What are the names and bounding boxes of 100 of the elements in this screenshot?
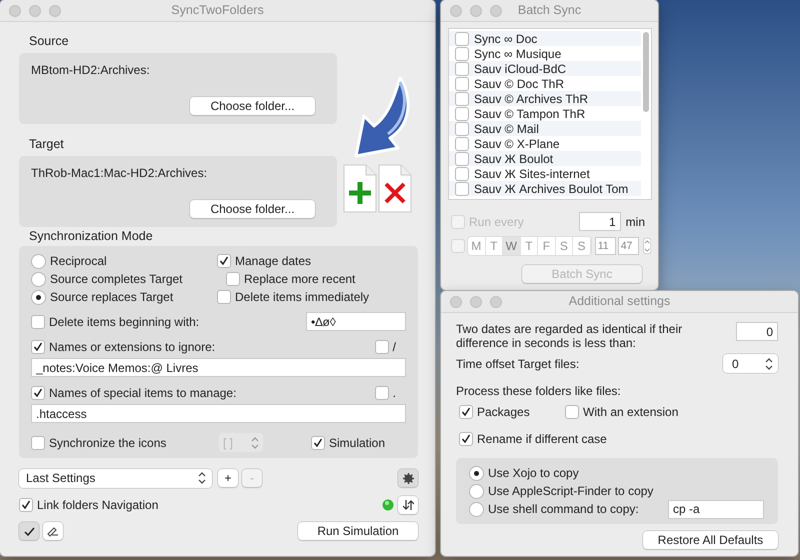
radio-label: Source replaces Target [50,289,174,306]
checkbox[interactable] [455,182,469,196]
checkbox-label: Manage dates [235,253,312,270]
checkbox-label: Replace more recent [244,271,356,288]
checkbox-label: With an extension [583,404,678,421]
offset-stepper[interactable]: 0 [723,354,778,373]
checkbox[interactable] [374,340,389,354]
list-item-label: Sauv © Archives ThR [474,90,588,108]
scrollbar-thumb[interactable] [643,32,649,112]
checkbox[interactable] [217,254,231,268]
checkbox[interactable] [226,272,240,286]
edit-button[interactable] [43,522,63,540]
radio-button[interactable] [31,254,46,269]
section-label: Target [29,136,65,153]
check-button[interactable] [19,522,39,540]
checkbox[interactable] [455,32,469,46]
window-control[interactable] [470,4,482,16]
setting-description: Two dates are regarded as identical if their difference in seconds is less than: [456,322,684,350]
swap-arrows-icon [402,500,414,510]
checkbox-label: Simulation [329,434,386,452]
prefix-field[interactable]: •∆ø◊ [306,312,406,332]
window-title: Batch Sync [516,2,582,20]
radio-label: Reciprocal [50,253,107,270]
setting-label: Time offset Target files: [456,356,580,372]
add-button[interactable]: + [218,469,238,488]
checkbox[interactable] [455,62,469,76]
status-light-icon [382,499,394,512]
checkbox[interactable] [455,46,469,60]
window-control[interactable] [9,4,21,16]
window-control[interactable] [490,296,502,308]
choose-folder-button[interactable]: Choose folder... [190,200,315,218]
command-field[interactable]: cp -a [668,500,764,518]
stepper-icon[interactable] [642,237,651,255]
checkbox[interactable] [217,290,231,304]
checkbox[interactable] [455,166,469,180]
radio-label: Use AppleScript-Finder to copy [488,483,654,500]
list-item-label: Sauv © Doc ThR [474,76,564,92]
checkbox-label: Rename if different case [477,431,607,448]
radio-button[interactable] [469,484,484,498]
window-title: SyncTwoFolders [170,2,265,20]
window-control[interactable] [450,4,462,16]
checkbox-label: . [392,385,396,402]
window-title: Additional settings [568,293,672,310]
swap-button[interactable] [398,496,418,514]
seconds-field[interactable]: 0 [736,322,778,341]
checkbox[interactable] [374,386,389,400]
window-control[interactable] [29,4,41,16]
checkbox[interactable] [31,436,45,450]
choose-folder-button[interactable]: Choose folder... [190,96,315,115]
updown-chevron-icon [198,472,206,484]
checkbox-label: Delete items beginning with: [49,314,200,331]
radio-button[interactable] [469,502,484,516]
checkbox[interactable] [31,340,45,354]
list-item-label: Sync ∞ Musique [474,46,562,62]
list-item-label: Sauv Ж Boulot [474,150,554,168]
checkbox-label: Names or extensions to ignore: [49,339,216,356]
radio-button[interactable] [469,466,484,480]
list-item-label: Sauv Ж Archives Boulot Tom [474,180,628,198]
input-field[interactable]: .htaccess [31,404,406,424]
radio-button[interactable] [31,290,46,305]
checkbox[interactable] [455,92,469,106]
checkbox[interactable] [31,386,45,400]
checkbox[interactable] [459,432,473,446]
settings-button[interactable] [398,469,418,488]
folder-path: ThRob-Mac1:Mac-HD2:Archives: [31,164,208,182]
checkbox-label: Packages [477,404,530,421]
section-label: Source [29,33,70,50]
input-field[interactable]: _notes:Voice Memos:@ Livres [31,358,406,378]
window-control[interactable] [470,296,482,308]
checkbox[interactable] [31,314,45,329]
checkbox[interactable] [455,136,469,150]
restore-defaults-button[interactable]: Restore All Defaults [643,531,778,549]
checkbox[interactable] [455,76,469,90]
check-icon [24,526,34,536]
checkbox-label: / [392,339,396,356]
list-item-label: Sauv iCloud-BdC [474,60,566,78]
window-control[interactable] [490,4,502,16]
list-item-label: Sauv © X-Plane [474,136,560,152]
checkbox[interactable] [459,405,473,419]
checkbox[interactable] [455,122,469,136]
checkbox-label: Names of special items to manage: [49,385,236,402]
checkbox[interactable] [455,106,469,120]
list-item-label: Sauv © Tampon ThR [474,106,586,122]
radio-button[interactable] [31,272,46,287]
checkbox[interactable] [565,405,579,419]
section-label: Synchronization Mode [29,228,154,245]
list-item-label: Sauv Ж Sites-internet [474,166,590,182]
checkbox[interactable] [19,498,33,512]
checkbox-label: Link folders Navigation [37,497,158,514]
section-label: Process these folders like files: [456,383,622,400]
window-control[interactable] [49,4,61,16]
window-control[interactable] [450,296,462,308]
run-simulation-button[interactable]: Run Simulation [298,522,418,540]
checkbox[interactable] [455,152,469,166]
plus-document-icon [343,164,377,214]
radio-label: Use Xojo to copy [488,465,579,482]
list-item-label: Sync ∞ Doc [474,30,538,48]
checkbox[interactable] [311,436,325,450]
settings-popup[interactable]: Last Settings [19,468,212,488]
updown-chevron-icon [251,436,259,449]
